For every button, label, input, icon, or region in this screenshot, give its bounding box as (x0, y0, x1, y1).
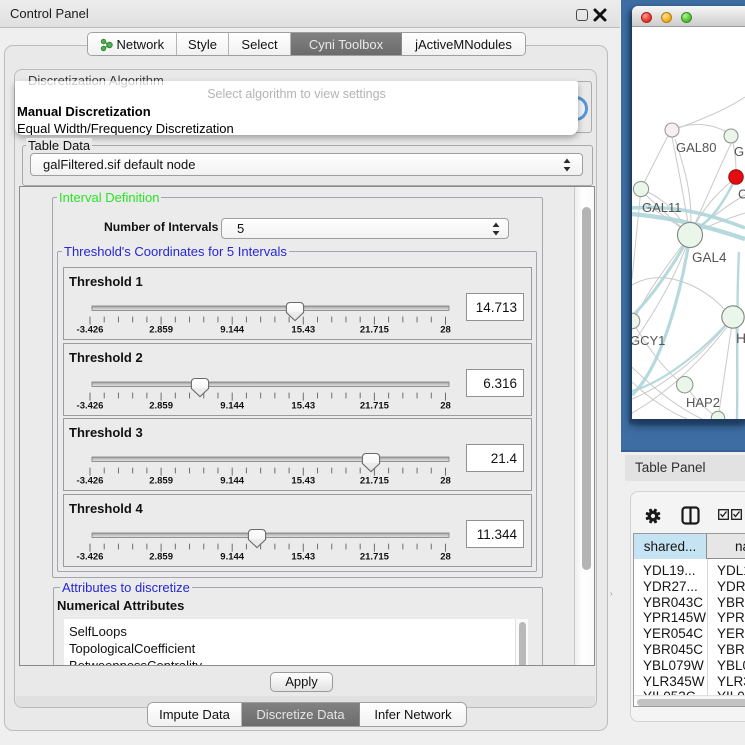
svg-text:2.859: 2.859 (149, 401, 173, 412)
svg-text:GAL11: GAL11 (642, 200, 682, 215)
svg-text:C: C (738, 187, 745, 202)
svg-text:28: 28 (440, 552, 451, 563)
svg-text:15.43: 15.43 (291, 552, 315, 563)
svg-text:21.715: 21.715 (360, 325, 390, 336)
svg-text:GAL4: GAL4 (692, 250, 727, 265)
svg-text:15.43: 15.43 (291, 401, 315, 412)
svg-text:28: 28 (440, 476, 451, 487)
svg-text:28: 28 (440, 325, 451, 336)
svg-text:H: H (736, 330, 745, 346)
svg-text:GCY1: GCY1 (632, 333, 665, 348)
svg-text:G.: G. (734, 144, 745, 159)
svg-text:9.144: 9.144 (220, 476, 244, 487)
svg-text:GAL80: GAL80 (676, 140, 716, 155)
svg-text:9.144: 9.144 (220, 401, 244, 412)
svg-text:-3.426: -3.426 (77, 401, 104, 412)
svg-text:-3.426: -3.426 (77, 476, 104, 487)
svg-text:2.859: 2.859 (149, 325, 173, 336)
svg-text:21.715: 21.715 (360, 401, 390, 412)
svg-text:-3.426: -3.426 (77, 325, 104, 336)
svg-text:2.859: 2.859 (149, 476, 173, 487)
svg-text:2.859: 2.859 (149, 552, 173, 563)
svg-text:15.43: 15.43 (291, 325, 315, 336)
svg-text:15.43: 15.43 (291, 476, 315, 487)
svg-text:21.715: 21.715 (360, 552, 390, 563)
svg-text:21.715: 21.715 (360, 476, 390, 487)
svg-text:28: 28 (440, 401, 451, 412)
svg-text:9.144: 9.144 (220, 552, 244, 563)
svg-text:-3.426: -3.426 (77, 552, 104, 563)
svg-text:9.144: 9.144 (220, 325, 244, 336)
svg-text:HAP2: HAP2 (686, 395, 720, 410)
